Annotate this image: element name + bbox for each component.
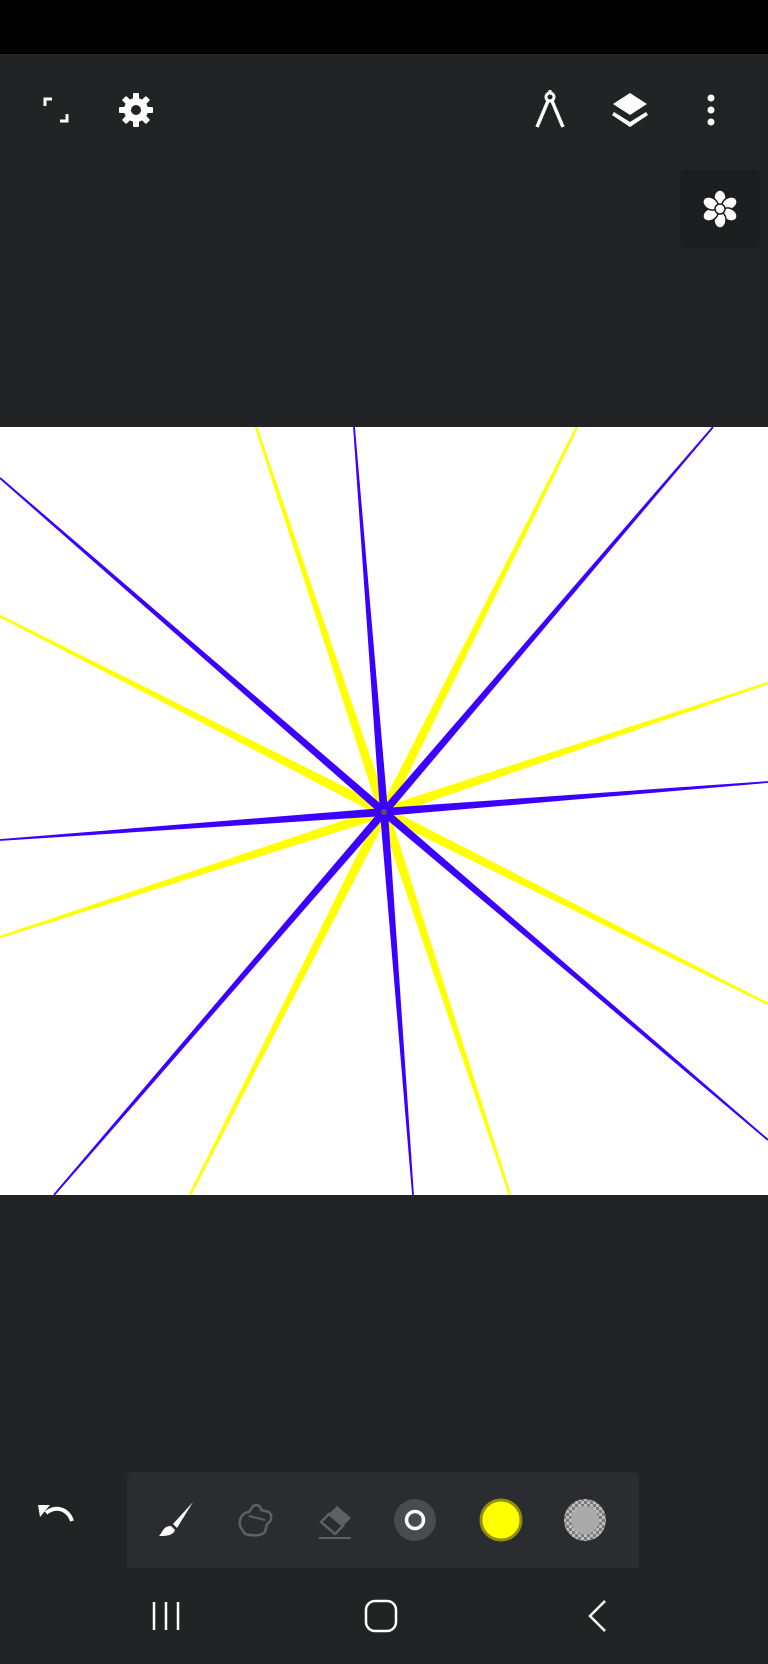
brush-size-icon [394,1499,436,1541]
home-icon [364,1599,398,1633]
opacity-swatch [564,1499,606,1541]
brush-stroke [383,781,768,816]
undo-icon [38,1505,74,1522]
back-button[interactable] [562,1586,632,1646]
more-button[interactable] [681,80,741,140]
top-toolbar [0,54,768,166]
canvas-strokes [0,427,768,1195]
undo-button[interactable] [26,1486,86,1546]
recent-apps-icon [152,1602,180,1630]
smudge-tool[interactable] [225,1490,285,1550]
system-nav-bar [0,1568,768,1664]
smudge-icon [238,1503,273,1537]
brush-stroke [353,427,388,813]
status-bar [0,0,768,54]
brush-stroke [0,808,385,841]
compass-icon [535,90,565,128]
brush-stroke [380,811,414,1195]
fullscreen-icon [43,97,69,123]
settings-button[interactable] [106,80,166,140]
home-button[interactable] [346,1586,416,1646]
flower-symmetry-icon [702,189,738,229]
more-vertical-icon [707,94,715,126]
symmetry-button[interactable] [680,170,760,248]
brush-icon [159,1502,193,1536]
ruler-button[interactable] [520,80,580,140]
layers-icon [612,93,648,127]
back-icon [588,1600,606,1632]
eraser-tool[interactable] [305,1490,365,1550]
drawing-canvas[interactable] [0,427,768,1195]
fullscreen-button[interactable] [26,80,86,140]
opacity-button[interactable] [555,1490,615,1550]
tool-palette [127,1472,639,1568]
color-swatch [479,1498,523,1542]
eraser-icon [319,1506,351,1539]
recent-apps-button[interactable] [131,1586,201,1646]
brush-size-button[interactable] [385,1490,445,1550]
stroke-center [381,809,387,815]
color-button[interactable] [471,1490,531,1550]
layers-button[interactable] [600,80,660,140]
brush-tool[interactable] [145,1490,205,1550]
gear-icon [119,93,153,127]
